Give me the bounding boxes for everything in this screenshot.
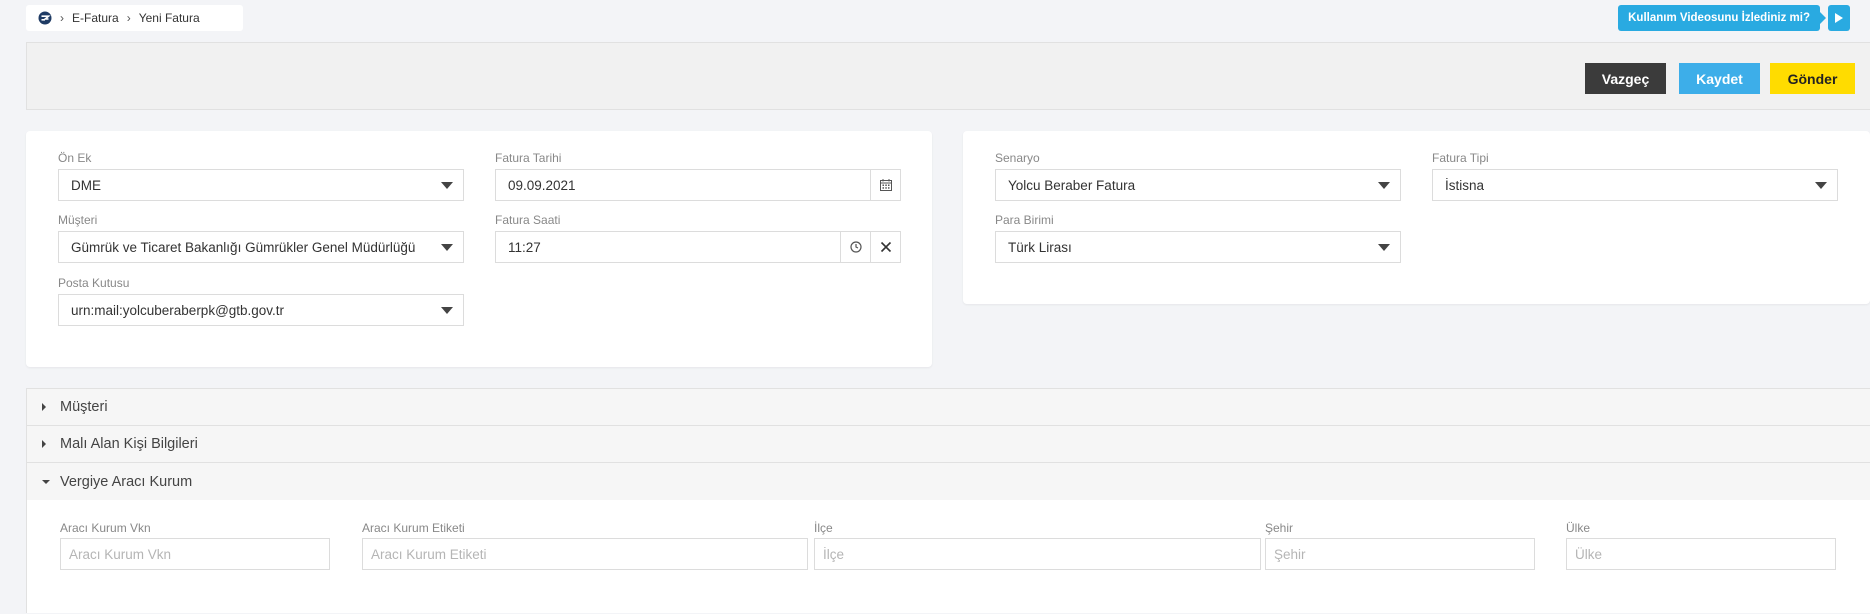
help-video-label[interactable]: Kullanım Videosunu İzlediniz mi? [1618,5,1820,31]
chevron-right-icon: › [60,11,64,25]
breadcrumb-item-current: Yeni Fatura [138,11,200,25]
caret-right-icon [42,440,52,448]
invoice-type-select[interactable]: İstisna [1432,169,1838,201]
details-accordion: Müşteri Malı Alan Kişi Bilgileri Vergiye… [26,388,1870,613]
accordion-header-buyer[interactable]: Malı Alan Kişi Bilgileri [27,426,1870,463]
cancel-button[interactable]: Vazgeç [1585,63,1666,94]
invoice-type-label: Fatura Tipi [1432,151,1489,165]
scenario-label: Senaryo [995,151,1040,165]
district-label: İlçe [814,521,833,535]
caret-right-icon [42,403,52,411]
mailbox-label: Posta Kutusu [58,276,130,290]
help-video-prompt[interactable]: Kullanım Videosunu İzlediniz mi? [1618,5,1850,31]
invoice-time-label: Fatura Saati [495,213,561,227]
scenario-select[interactable]: Yolcu Beraber Fatura [995,169,1401,201]
accordion-title: Malı Alan Kişi Bilgileri [60,436,198,452]
prefix-select[interactable]: DME [58,169,464,201]
chevron-right-icon: › [126,11,131,25]
action-toolbar: Vazgeç Kaydet Gönder [26,42,1870,110]
accordion-title: Vergiye Aracı Kurum [60,473,193,490]
caret-down-icon [42,479,52,484]
invoice-date-field[interactable]: 09.09.2021 [495,169,901,201]
home-logo-icon[interactable] [38,11,52,25]
city-input[interactable] [1265,538,1535,570]
caret-down-icon [441,181,453,189]
agent-vkn-label: Aracı Kurum Vkn [60,521,151,535]
agent-tag-label: Aracı Kurum Etiketi [362,521,465,535]
invoice-time-field[interactable]: 11:27 [495,231,901,263]
caret-down-icon [441,243,453,251]
currency-label: Para Birimi [995,213,1054,227]
caret-down-icon [1378,181,1390,189]
play-icon[interactable] [1828,5,1850,31]
accordion-title: Müşteri [60,399,108,415]
send-button[interactable]: Gönder [1770,63,1855,94]
invoice-date-label: Fatura Tarihi [495,151,562,165]
accordion-header-tax-agent[interactable]: Vergiye Aracı Kurum [27,463,1870,500]
clock-icon[interactable] [840,232,870,262]
breadcrumb: › E-Fatura › Yeni Fatura [26,5,243,31]
country-input[interactable] [1566,538,1836,570]
breadcrumb-item-efatura[interactable]: E-Fatura [72,11,119,25]
scenario-card: Senaryo Yolcu Beraber Fatura Fatura Tipi… [963,131,1870,304]
save-button[interactable]: Kaydet [1679,63,1760,94]
agent-vkn-input[interactable] [60,538,330,570]
calendar-icon[interactable] [870,170,900,200]
caret-down-icon [441,306,453,314]
customer-label: Müşteri [58,213,98,227]
caret-down-icon [1378,243,1390,251]
agent-tag-input[interactable] [362,538,808,570]
district-input[interactable] [814,538,1261,570]
tax-agent-section-body: Aracı Kurum Vkn Aracı Kurum Etiketi İlçe… [27,500,1870,614]
currency-select[interactable]: Türk Lirası [995,231,1401,263]
caret-down-icon [1815,181,1827,189]
accordion-header-customer[interactable]: Müşteri [27,389,1870,426]
prefix-label: Ön Ek [58,151,92,165]
city-label: Şehir [1265,521,1294,535]
invoice-header-card: Ön Ek DME Fatura Tarihi 09.09.2021 Müşte… [26,131,932,367]
country-label: Ülke [1566,521,1591,535]
customer-select[interactable]: Gümrük ve Ticaret Bakanlığı Gümrükler Ge… [58,231,464,263]
mailbox-select[interactable]: urn:mail:yolcuberaberpk@gtb.gov.tr [58,294,464,326]
clear-icon[interactable] [870,232,900,262]
